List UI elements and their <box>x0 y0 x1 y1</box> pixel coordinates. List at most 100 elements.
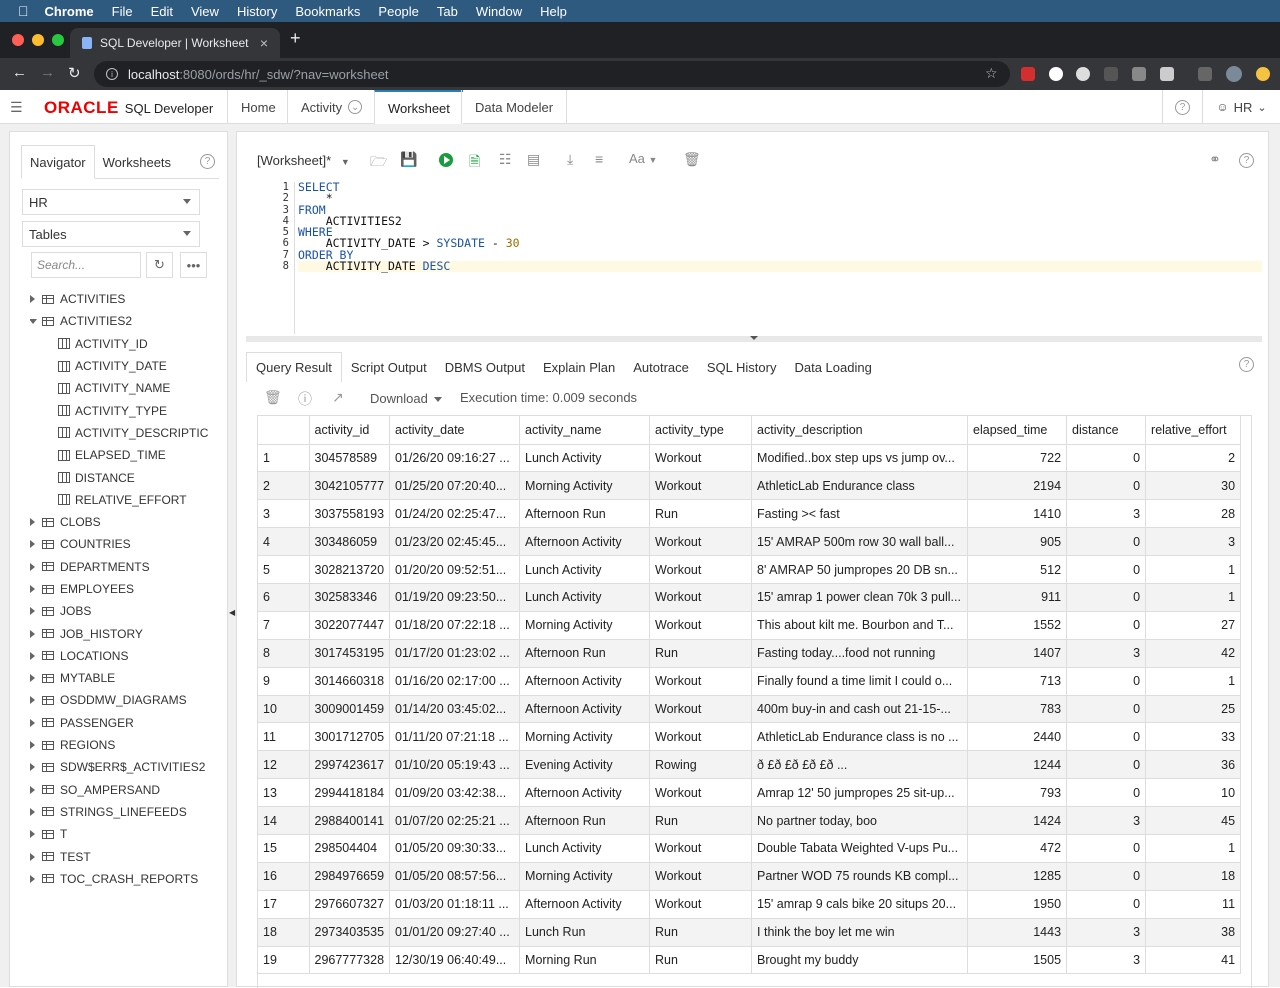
tree-table-node[interactable]: REGIONS <box>30 734 220 756</box>
worksheet-name[interactable]: [Worksheet]* ▼ <box>257 153 350 168</box>
result-grid[interactable]: activity_id activity_date activity_name act… <box>257 415 1252 988</box>
tree-table-node[interactable]: PASSENGER <box>30 712 220 734</box>
tree-column-node[interactable]: ACTIVITY_TYPE <box>30 399 220 421</box>
table-row[interactable]: 15 298504404 01/05/20 09:30:33... Lunch Act… <box>258 834 1242 863</box>
reload-icon[interactable]: ↻ <box>68 64 81 82</box>
tree-table-node[interactable]: ACTIVITIES <box>30 288 220 310</box>
tree-table-node[interactable]: SO_AMPERSAND <box>30 779 220 801</box>
tab-query-result[interactable]: Query Result <box>246 352 342 382</box>
table-row[interactable]: 5 3028213720 01/20/20 09:52:51... Lunch Act… <box>258 555 1242 584</box>
column-header[interactable]: activity_type <box>649 416 753 445</box>
tab-autotrace[interactable]: Autotrace <box>624 352 698 382</box>
tab-dbms-output[interactable]: DBMS Output <box>436 352 534 382</box>
table-row[interactable]: 12 2997423617 01/10/20 05:19:43 ... Evening… <box>258 750 1242 780</box>
help-circle-icon[interactable]: ? <box>1239 357 1254 372</box>
extension-yellow-icon[interactable] <box>1256 67 1270 81</box>
table-row[interactable]: 18 2973403535 01/01/20 09:27:40 ... Lunch R… <box>258 918 1242 947</box>
forward-icon[interactable]: → <box>40 64 55 81</box>
info-icon[interactable]: ⓘ <box>298 389 312 409</box>
caret-right-icon[interactable] <box>30 830 35 839</box>
column-header[interactable]: activity_name <box>519 416 651 445</box>
nav-tab-worksheet[interactable]: Worksheet <box>374 90 463 125</box>
address-bar[interactable]: i localhost:8080/ords/hr/_sdw/?nav=works… <box>94 61 1010 87</box>
menu-file[interactable]: File <box>112 4 133 19</box>
tab-script-output[interactable]: Script Output <box>342 352 436 382</box>
more-actions-button[interactable]: ••• <box>180 252 207 278</box>
table-row[interactable]: 2 3042105777 01/25/20 07:20:40... Morning A… <box>258 471 1242 501</box>
tree-table-node[interactable]: DEPARTMENTS <box>30 556 220 578</box>
table-row[interactable]: 10 3009001459 01/14/20 03:45:02... Afternoo… <box>258 695 1242 724</box>
apple-icon[interactable]:  <box>18 3 29 19</box>
caret-right-icon[interactable] <box>30 562 35 571</box>
table-row[interactable]: 3 3037558193 01/24/20 02:25:47... Afternoon… <box>258 499 1242 529</box>
site-info-icon[interactable]: i <box>106 68 118 80</box>
tree-column-node[interactable]: ACTIVITY_DESCRIPTIC <box>30 422 220 444</box>
menu-window[interactable]: Window <box>476 4 522 19</box>
column-header[interactable]: activity_id <box>309 416 391 445</box>
tree-table-node[interactable]: CLOBS <box>30 511 220 533</box>
extension-circle-icon[interactable] <box>1049 67 1063 81</box>
profile-avatar[interactable] <box>1226 66 1242 82</box>
nav-tab-home[interactable]: Home <box>227 90 289 124</box>
download-icon[interactable]: ⤓ <box>567 151 573 168</box>
caret-right-icon[interactable] <box>30 741 35 750</box>
tab-worksheets[interactable]: Worksheets <box>95 145 179 179</box>
extension-dots-icon[interactable] <box>1104 67 1118 81</box>
tree-table-node[interactable]: TOC_CRASH_REPORTS <box>30 868 220 890</box>
help-circle-icon[interactable]: ? <box>200 154 215 169</box>
extension-list-icon[interactable] <box>1198 67 1212 81</box>
caret-right-icon[interactable] <box>30 718 35 727</box>
caret-right-icon[interactable] <box>30 696 35 705</box>
tree-column-node[interactable]: ACTIVITY_DATE <box>30 355 220 377</box>
tab-data-loading[interactable]: Data Loading <box>785 352 880 382</box>
maximize-window-icon[interactable] <box>52 34 64 46</box>
caret-right-icon[interactable] <box>30 629 35 638</box>
table-row[interactable]: 13 2994418184 01/09/20 03:42:38... Afternoo… <box>258 778 1242 808</box>
caret-right-icon[interactable] <box>30 763 35 772</box>
tree-table-node[interactable]: MYTABLE <box>30 667 220 689</box>
binoculars-icon[interactable]: ⚭ <box>1209 151 1221 168</box>
autotrace-icon[interactable]: ▤ <box>527 151 540 168</box>
extension-search-icon[interactable] <box>1076 67 1090 81</box>
tab-explain-plan[interactable]: Explain Plan <box>534 352 624 382</box>
caret-right-icon[interactable] <box>30 674 35 683</box>
extension-page-icon[interactable] <box>1160 67 1174 81</box>
caret-right-icon[interactable] <box>30 295 35 304</box>
tree-table-node[interactable]: SDW$ERR$_ACTIVITIES2 <box>30 756 220 778</box>
new-tab-icon[interactable]: + <box>290 28 301 49</box>
menu-edit[interactable]: Edit <box>151 4 173 19</box>
close-tab-icon[interactable]: × <box>260 35 268 51</box>
help-circle-icon[interactable]: ? <box>1239 153 1254 168</box>
caret-right-icon[interactable] <box>30 607 35 616</box>
menu-people[interactable]: People <box>378 4 418 19</box>
tree-table-node[interactable]: JOB_HISTORY <box>30 622 220 644</box>
table-row[interactable]: 14 2988400141 01/07/20 02:25:21 ... Afterno… <box>258 806 1242 835</box>
nav-tab-activity[interactable]: Activity ⌄ <box>287 90 375 124</box>
table-row[interactable]: 16 2984976659 01/05/20 08:57:56... Morning … <box>258 862 1242 891</box>
close-window-icon[interactable] <box>12 34 24 46</box>
tree-table-node[interactable]: T <box>30 823 220 845</box>
font-size-icon[interactable]: Aa ▼ <box>629 151 657 166</box>
format-icon[interactable]: ≡ <box>595 151 603 167</box>
menu-bookmarks[interactable]: Bookmarks <box>295 4 360 19</box>
table-row[interactable]: 9 3014660318 01/16/20 02:17:00 ... Afternoo… <box>258 667 1242 696</box>
table-row[interactable]: 11 3001712705 01/11/20 07:21:18 ... Morning… <box>258 722 1242 752</box>
column-header[interactable] <box>258 416 310 445</box>
table-row[interactable]: 1 304578589 01/26/20 09:16:27 ... Lunch Act… <box>258 444 1242 473</box>
object-type-select[interactable]: Tables <box>22 221 200 247</box>
menu-view[interactable]: View <box>191 4 219 19</box>
tree-table-node[interactable]: OSDDMW_DIAGRAMS <box>30 689 220 711</box>
caret-right-icon[interactable] <box>30 518 35 527</box>
back-icon[interactable]: ← <box>12 64 27 81</box>
caret-right-icon[interactable] <box>30 852 35 861</box>
trash-icon[interactable]: 🗑 <box>683 151 701 168</box>
caret-right-icon[interactable] <box>30 585 35 593</box>
column-header[interactable]: distance <box>1066 416 1147 445</box>
column-header[interactable]: activity_date <box>389 416 521 445</box>
column-header[interactable]: elapsed_time <box>967 416 1068 445</box>
run-statement-icon[interactable] <box>439 153 453 167</box>
minimize-window-icon[interactable] <box>32 34 44 46</box>
tree-table-node[interactable]: STRINGS_LINEFEEDS <box>30 801 220 823</box>
run-script-icon[interactable]: 🗎 <box>469 151 480 175</box>
save-icon[interactable]: 💾 <box>400 151 417 168</box>
